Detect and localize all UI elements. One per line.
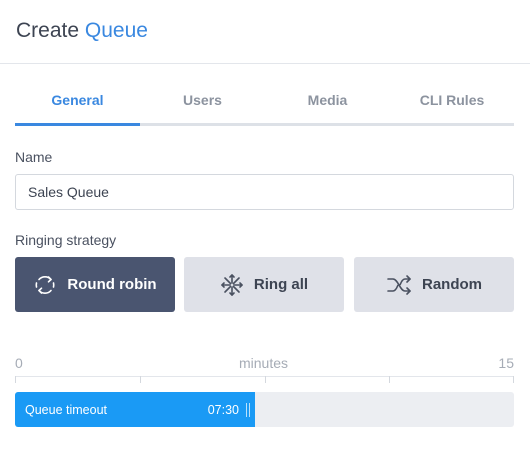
timeout-scale: 0 minutes 15 [15, 355, 514, 373]
tab-general[interactable]: General [15, 78, 140, 122]
ringing-strategy-label: Ringing strategy [15, 232, 117, 248]
shuffle-icon [386, 273, 412, 297]
queue-timeout-value: 07:30 [207, 402, 239, 417]
scale-tick [140, 376, 141, 383]
title-accent: Queue [84, 19, 148, 42]
queue-timeout-slider[interactable]: Queue timeout 07:30 [15, 392, 514, 427]
name-input[interactable] [15, 174, 514, 210]
round-robin-label: Round robin [67, 276, 157, 293]
random-button[interactable]: Random [354, 257, 514, 312]
queue-timeout-label: Queue timeout [25, 402, 107, 417]
scale-tick [265, 376, 266, 383]
random-label: Random [422, 276, 482, 293]
active-tab-indicator [15, 123, 140, 126]
tab-bar: General Users Media CLI Rules [15, 78, 514, 126]
scale-min-label: 0 [15, 355, 23, 371]
slider-handle[interactable] [246, 403, 252, 417]
tab-media[interactable]: Media [265, 78, 390, 122]
slider-fill: Queue timeout 07:30 [15, 392, 255, 427]
scale-unit-label: minutes [239, 355, 289, 371]
scale-max-label: 15 [498, 355, 514, 371]
dialog-title: Create Queue [16, 19, 148, 43]
ring-all-icon [220, 273, 244, 297]
ring-all-button[interactable]: Ring all [184, 257, 344, 312]
name-label: Name [15, 149, 53, 165]
scale-tick [389, 376, 390, 383]
scale-tick [513, 376, 514, 383]
dialog-header: Create Queue [0, 0, 530, 64]
scale-tick [15, 376, 16, 383]
round-robin-icon [33, 273, 57, 297]
title-prefix: Create [16, 19, 80, 42]
ring-all-label: Ring all [253, 276, 309, 293]
round-robin-button[interactable]: Round robin [15, 257, 175, 312]
tab-users[interactable]: Users [140, 78, 265, 122]
tab-cli-rules[interactable]: CLI Rules [390, 78, 514, 122]
